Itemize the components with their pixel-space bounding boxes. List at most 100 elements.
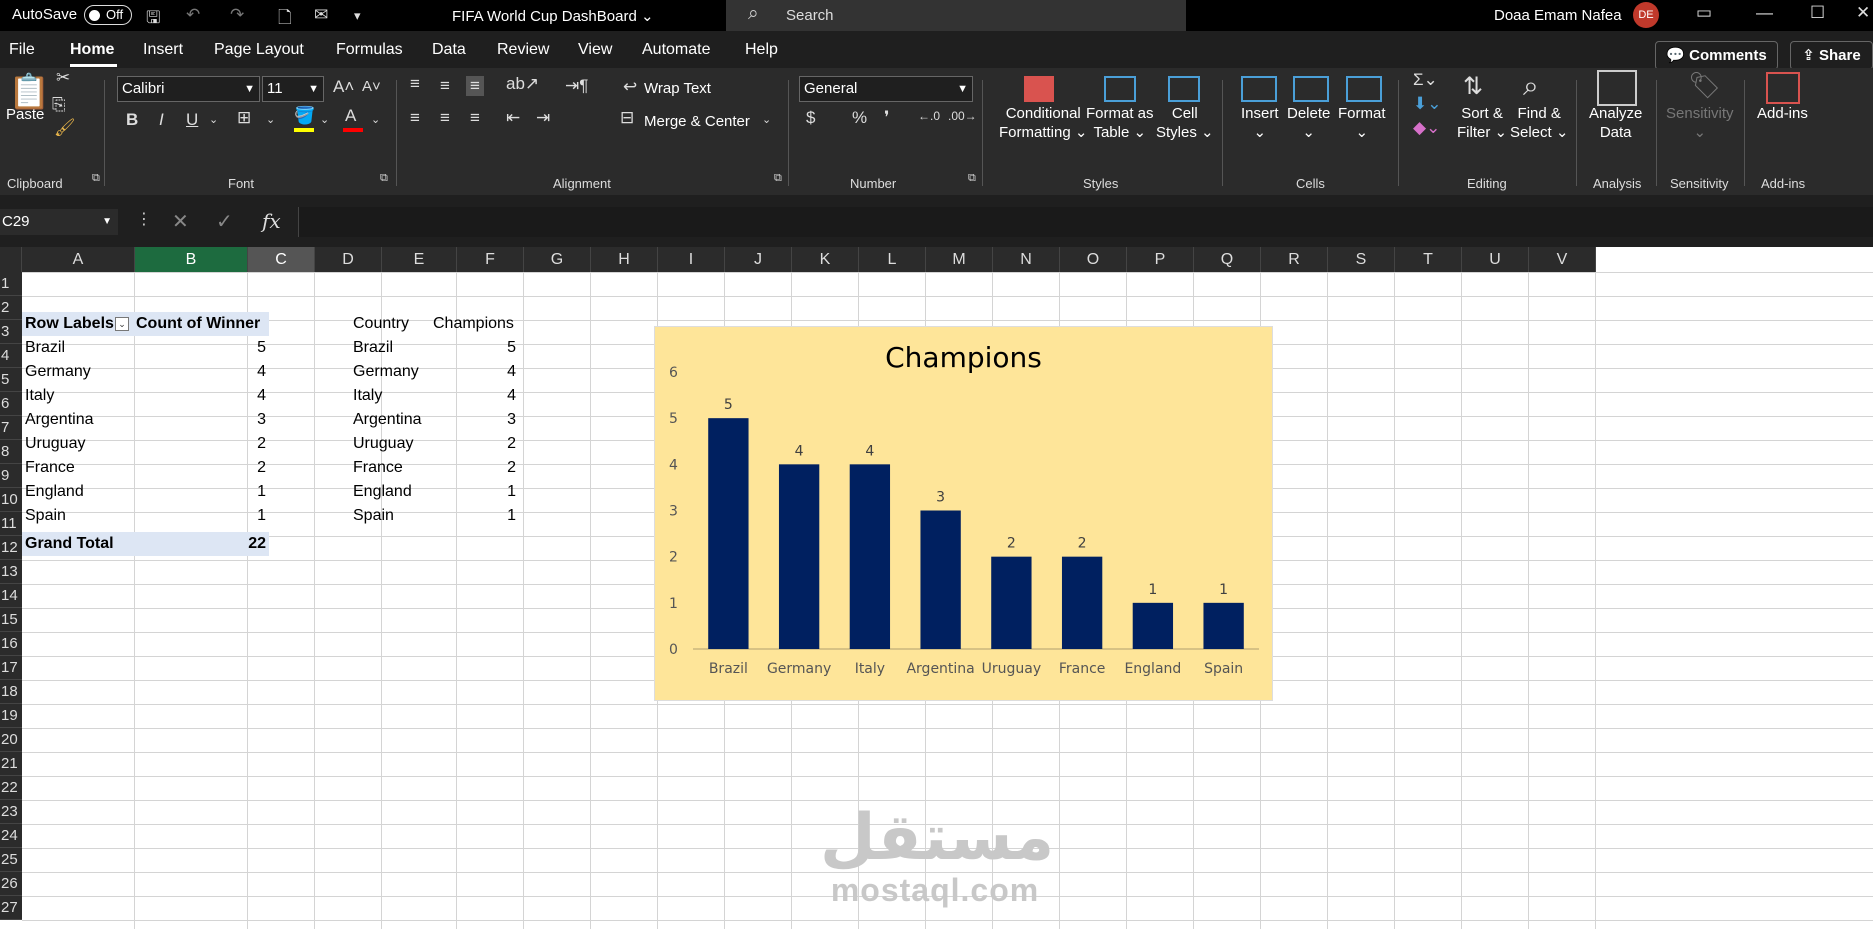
column-header-g[interactable]: G <box>524 247 591 272</box>
row-header-21[interactable]: 21 <box>0 752 22 776</box>
column-header-b[interactable]: B <box>135 247 248 272</box>
table-country-cell[interactable]: France <box>353 456 429 480</box>
text-direction-icon[interactable]: ⇥¶ <box>565 76 588 96</box>
sort-filter-button[interactable]: Sort & Filter ⌄ <box>1457 104 1507 142</box>
row-header-6[interactable]: 6 <box>0 392 22 416</box>
pivot-count-cell[interactable]: 1 <box>135 480 269 504</box>
autosave-toggle[interactable]: Off <box>84 5 132 25</box>
cell-styles-icon[interactable] <box>1168 76 1200 102</box>
column-header-q[interactable]: Q <box>1194 247 1261 272</box>
chevron-down-icon[interactable]: ⌄ <box>762 113 771 126</box>
row-header-5[interactable]: 5 <box>0 368 22 392</box>
row-header-16[interactable]: 16 <box>0 632 22 656</box>
more-options-icon[interactable]: ⋮ <box>136 209 152 229</box>
table-country-cell[interactable]: Brazil <box>353 336 429 360</box>
column-header-h[interactable]: H <box>591 247 658 272</box>
font-launcher-icon[interactable]: ⧉ <box>380 172 388 185</box>
analyze-data-button[interactable]: Analyze Data <box>1589 104 1642 142</box>
font-name-select[interactable]: Calibri ▼ <box>117 76 260 102</box>
column-header-l[interactable]: L <box>859 247 926 272</box>
row-header-17[interactable]: 17 <box>0 656 22 680</box>
clear-icon[interactable]: ◆⌄ <box>1413 118 1440 138</box>
insert-cells-icon[interactable] <box>1241 76 1277 102</box>
align-center-icon[interactable]: ≡ <box>440 108 450 128</box>
column-header-d[interactable]: D <box>315 247 382 272</box>
column-header-n[interactable]: N <box>993 247 1060 272</box>
row-header-1[interactable]: 1 <box>0 272 22 296</box>
format-cells-icon[interactable] <box>1346 76 1382 102</box>
tab-data[interactable]: Data <box>432 41 466 59</box>
pivot-row-labels-header[interactable]: Row Labels <box>25 312 115 336</box>
share-button[interactable]: ⇪ Share <box>1790 41 1873 70</box>
row-header-19[interactable]: 19 <box>0 704 22 728</box>
champions-chart[interactable]: Champions 0 1 2 3 4 5 6 5 Brazil 4 Germany 4 Italy 3 A… <box>654 326 1273 701</box>
conditional-formatting-button[interactable]: Conditional Formatting ⌄ <box>999 104 1087 142</box>
sort-filter-icon[interactable]: ⇅ <box>1463 72 1483 101</box>
column-header-j[interactable]: J <box>725 247 792 272</box>
table-champions-cell[interactable]: 2 <box>433 456 519 480</box>
tab-help[interactable]: Help <box>745 41 778 59</box>
table-champions-cell[interactable]: 2 <box>433 432 519 456</box>
tab-review[interactable]: Review <box>497 41 549 59</box>
table-country-cell[interactable]: Germany <box>353 360 429 384</box>
pivot-country-cell[interactable]: Argentina <box>25 408 133 432</box>
add-ins-icon[interactable] <box>1766 72 1800 104</box>
pivot-count-cell[interactable]: 4 <box>135 360 269 384</box>
italic-button[interactable]: I <box>159 110 164 130</box>
email-icon[interactable]: ✉ <box>314 5 328 25</box>
table-country-cell[interactable]: Italy <box>353 384 429 408</box>
row-header-11[interactable]: 11 <box>0 512 22 536</box>
delete-cells-icon[interactable] <box>1293 76 1329 102</box>
percent-icon[interactable]: % <box>852 108 867 128</box>
column-header-p[interactable]: P <box>1127 247 1194 272</box>
save-icon[interactable]: 🖫 <box>146 5 160 34</box>
customize-qat-icon[interactable]: ▾ <box>354 8 361 24</box>
orientation-icon[interactable]: ab↗ <box>506 74 539 94</box>
decrease-decimal-icon[interactable]: .00→ <box>948 109 977 123</box>
decrease-indent-icon[interactable]: ⇤ <box>506 108 520 128</box>
row-header-10[interactable]: 10 <box>0 488 22 512</box>
font-color-icon[interactable]: A <box>345 106 356 126</box>
column-header-m[interactable]: M <box>926 247 993 272</box>
pivot-country-cell[interactable]: France <box>25 456 133 480</box>
search-box[interactable]: ⌕ Search <box>726 0 1186 31</box>
format-painter-icon[interactable]: 🖌 <box>54 118 76 138</box>
new-file-icon[interactable]: 🗋 <box>278 5 292 34</box>
merge-center-icon[interactable]: ⊟ <box>620 108 634 128</box>
wrap-text-button[interactable]: Wrap Text <box>644 79 711 98</box>
pivot-country-cell[interactable]: Brazil <box>25 336 133 360</box>
avatar[interactable]: DE <box>1633 2 1659 28</box>
select-all-corner[interactable] <box>0 247 22 272</box>
wrap-text-icon[interactable]: ↩ <box>623 77 637 97</box>
align-top-icon[interactable]: ≡ <box>410 74 420 94</box>
row-header-20[interactable]: 20 <box>0 728 22 752</box>
analyze-data-icon[interactable] <box>1597 70 1637 106</box>
chevron-down-icon[interactable]: ⌄ <box>320 113 329 126</box>
row-header-8[interactable]: 8 <box>0 440 22 464</box>
column-header-t[interactable]: T <box>1395 247 1462 272</box>
merge-center-button[interactable]: Merge & Center <box>644 112 750 131</box>
row-header-27[interactable]: 27 <box>0 896 22 920</box>
align-middle-icon[interactable]: ≡ <box>440 76 450 96</box>
ribbon-display-icon[interactable]: ▭ <box>1696 3 1712 23</box>
pivot-count-cell[interactable]: 3 <box>135 408 269 432</box>
add-ins-button[interactable]: Add-ins <box>1757 104 1808 123</box>
cancel-icon[interactable]: ✕ <box>172 209 189 234</box>
table-champions-cell[interactable]: 5 <box>433 336 519 360</box>
row-header-4[interactable]: 4 <box>0 344 22 368</box>
format-as-table-icon[interactable] <box>1104 76 1136 102</box>
delete-cells-button[interactable]: Delete ⌄ <box>1287 104 1330 142</box>
row-header-26[interactable]: 26 <box>0 872 22 896</box>
decrease-font-icon[interactable]: A˅ <box>362 78 381 95</box>
find-select-button[interactable]: Find & Select ⌄ <box>1510 104 1568 142</box>
cut-icon[interactable]: ✂ <box>56 68 70 88</box>
table-champions-cell[interactable]: 4 <box>433 360 519 384</box>
format-cells-button[interactable]: Format ⌄ <box>1338 104 1386 142</box>
comma-style-icon[interactable]: ❜ <box>884 108 889 128</box>
tab-insert[interactable]: Insert <box>143 41 183 59</box>
pivot-count-cell[interactable]: 2 <box>135 456 269 480</box>
conditional-formatting-icon[interactable] <box>1024 76 1054 102</box>
pivot-count-cell[interactable]: 4 <box>135 384 269 408</box>
currency-icon[interactable]: $ <box>806 108 815 128</box>
redo-icon[interactable]: ↷ <box>230 5 244 25</box>
